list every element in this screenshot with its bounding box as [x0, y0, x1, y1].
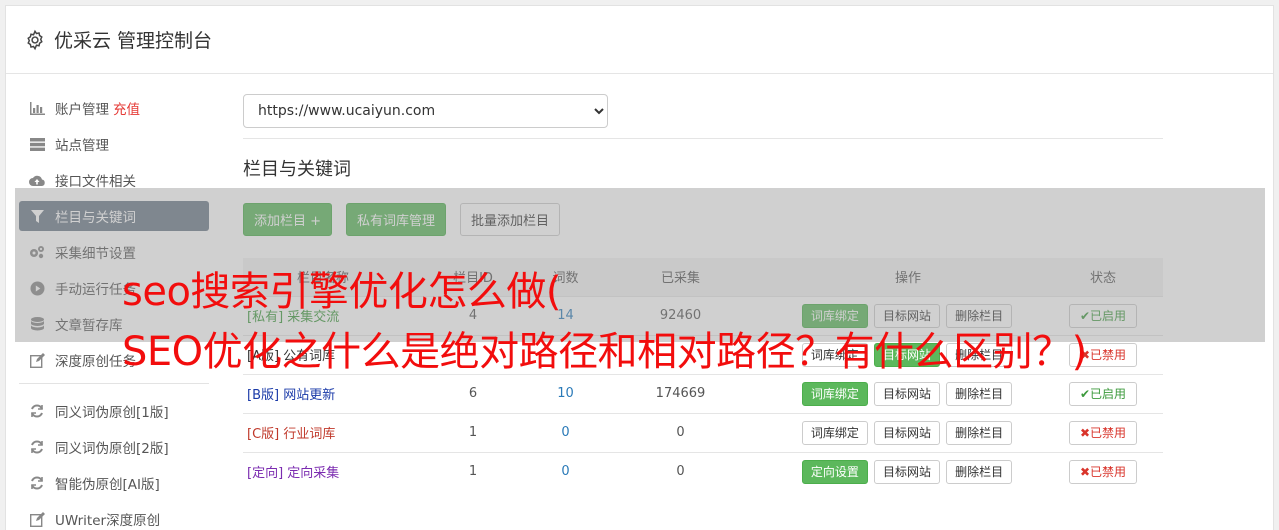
word-count[interactable]: 0	[543, 452, 588, 491]
bar-chart-icon	[29, 100, 45, 116]
column-name-link[interactable]: [定向] 定向采集	[243, 452, 403, 491]
cloud-upload-icon	[29, 172, 45, 188]
sidebar-item-label: 同义词伪原创[1版]	[55, 405, 169, 421]
app-header: 优采云 管理控制台	[6, 6, 1273, 74]
refresh-icon	[29, 475, 45, 491]
sidebar-item-uwriter[interactable]: UWriter深度原创	[19, 504, 209, 530]
status-toggle[interactable]: ✔已启用	[1068, 381, 1138, 406]
column-id: 1	[468, 464, 478, 480]
bind-lexicon-button[interactable]: 词库绑定	[801, 420, 868, 445]
recharge-link[interactable]: 充值	[113, 98, 140, 118]
sidebar-item-label: UWriter深度原创	[55, 513, 161, 529]
edit-icon	[29, 511, 45, 527]
overlay-caption-line2: SEO优化之什么是绝对路径和相对路径？有什么区别？)	[122, 329, 1087, 375]
sidebar-item-synonym-v1[interactable]: 同义词伪原创[1版]	[19, 396, 209, 426]
edit-icon	[29, 352, 45, 368]
actions-cell: 词库绑定 目标网站 删除栏目	[773, 413, 1043, 452]
sidebar-item-account[interactable]: 账户管理 充值	[19, 93, 209, 123]
directed-settings-button[interactable]: 定向设置	[801, 459, 868, 484]
table-row: [定向] 定向采集 1 0 0 定向设置 目标网站 删除栏目 ✖已禁用	[243, 452, 1163, 491]
overlay-caption-line1: seo搜索引擎优化怎么做(	[122, 269, 562, 315]
sidebar-item-label: 站点管理	[55, 138, 109, 154]
refresh-icon	[29, 439, 45, 455]
bind-lexicon-button[interactable]: 词库绑定	[801, 381, 868, 406]
actions-cell: 定向设置 目标网站 删除栏目	[773, 452, 1043, 491]
gear-icon	[27, 29, 43, 50]
sidebar-item-label: 接口文件相关	[55, 174, 136, 190]
delete-column-button[interactable]: 删除栏目	[946, 381, 1013, 406]
table-row: [C版] 行业词库 1 0 0 词库绑定 目标网站 删除栏目 ✖已禁用	[243, 413, 1163, 452]
target-site-button[interactable]: 目标网站	[873, 459, 940, 484]
app-title: 优采云 管理控制台	[54, 30, 213, 52]
sidebar-divider	[19, 383, 209, 384]
collected-count: 0	[676, 464, 685, 480]
delete-column-button[interactable]: 删除栏目	[946, 459, 1013, 484]
site-select[interactable]: https://www.ucaiyun.com	[243, 94, 608, 128]
sidebar-item-sites[interactable]: 站点管理	[19, 129, 209, 159]
sidebar-item-synonym-v2[interactable]: 同义词伪原创[2版]	[19, 432, 209, 462]
delete-column-button[interactable]: 删除栏目	[946, 420, 1013, 445]
word-count[interactable]: 0	[543, 413, 588, 452]
sidebar-item-ai-rewrite[interactable]: 智能伪原创[AI版]	[19, 468, 209, 498]
collected-count: 0	[676, 425, 685, 440]
server-icon	[29, 136, 45, 152]
overlay-caption: seo搜索引擎优化怎么做( SEO优化之什么是绝对路径和相对路径？有什么区别？)	[122, 262, 1087, 382]
status-toggle[interactable]: ✖已禁用	[1068, 420, 1138, 445]
divider	[243, 138, 1163, 139]
target-site-button[interactable]: 目标网站	[873, 420, 940, 445]
sidebar-item-label: 同义词伪原创[2版]	[55, 441, 169, 457]
target-site-button[interactable]: 目标网站	[873, 381, 940, 406]
column-name-link[interactable]: [C版] 行业词库	[243, 413, 403, 452]
sidebar-item-label: 账户管理	[55, 102, 109, 118]
status-toggle[interactable]: ✖已禁用	[1068, 459, 1138, 484]
column-id: 1	[468, 425, 478, 440]
refresh-icon	[29, 403, 45, 419]
sidebar-item-label: 智能伪原创[AI版]	[55, 477, 160, 493]
section-title: 栏目与关键词	[243, 159, 351, 180]
